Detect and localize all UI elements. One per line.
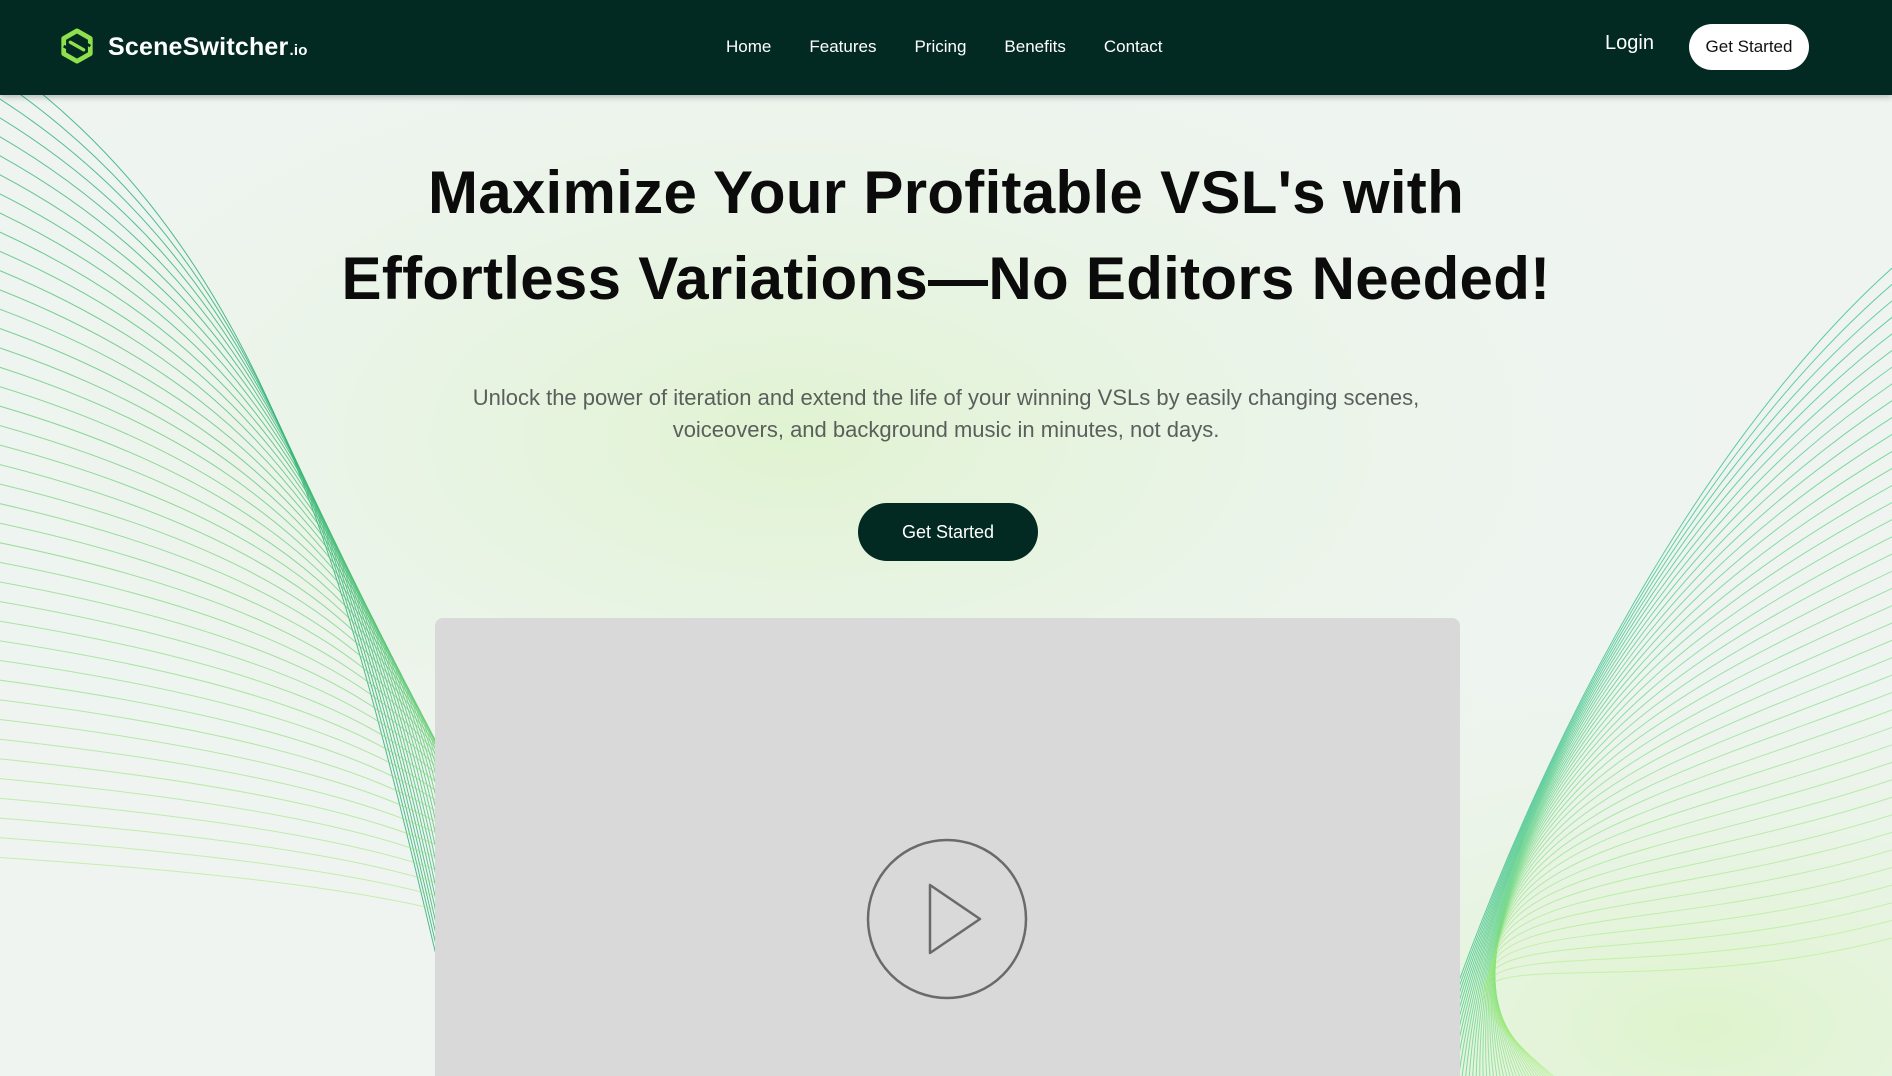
nav-link-contact[interactable]: Contact bbox=[1104, 37, 1163, 57]
brand-name: SceneSwitcher.io bbox=[108, 32, 308, 61]
play-icon[interactable] bbox=[866, 838, 1028, 1000]
top-navbar: SceneSwitcher.io Home Features Pricing B… bbox=[0, 0, 1892, 95]
nav-link-features[interactable]: Features bbox=[809, 37, 876, 57]
hero-subheadline: Unlock the power of iteration and extend… bbox=[446, 382, 1446, 446]
headline-line-2: Effortless Variations—No Editors Needed! bbox=[341, 245, 1551, 312]
video-player[interactable] bbox=[435, 618, 1460, 1076]
hero-headline: Maximize Your Profitable VSL's with Effo… bbox=[296, 150, 1596, 322]
nav-link-pricing[interactable]: Pricing bbox=[914, 37, 966, 57]
hero-get-started-button[interactable]: Get Started bbox=[858, 503, 1038, 561]
headline-line-1: Maximize Your Profitable VSL's with bbox=[427, 159, 1465, 226]
nav-get-started-button[interactable]: Get Started bbox=[1689, 24, 1809, 70]
login-link[interactable]: Login bbox=[1605, 32, 1654, 55]
brand-tld: .io bbox=[289, 41, 308, 59]
main-menu: Home Features Pricing Benefits Contact bbox=[726, 34, 1162, 60]
subhead-line-1: Unlock the power of iteration and extend… bbox=[472, 385, 1420, 410]
brand-logo[interactable]: SceneSwitcher.io bbox=[58, 26, 308, 68]
nav-link-benefits[interactable]: Benefits bbox=[1004, 37, 1065, 57]
nav-link-home[interactable]: Home bbox=[726, 37, 771, 57]
interlocking-hexagon-logo-icon bbox=[61, 28, 93, 64]
subhead-line-2: voiceovers, and background music in minu… bbox=[672, 417, 1220, 442]
